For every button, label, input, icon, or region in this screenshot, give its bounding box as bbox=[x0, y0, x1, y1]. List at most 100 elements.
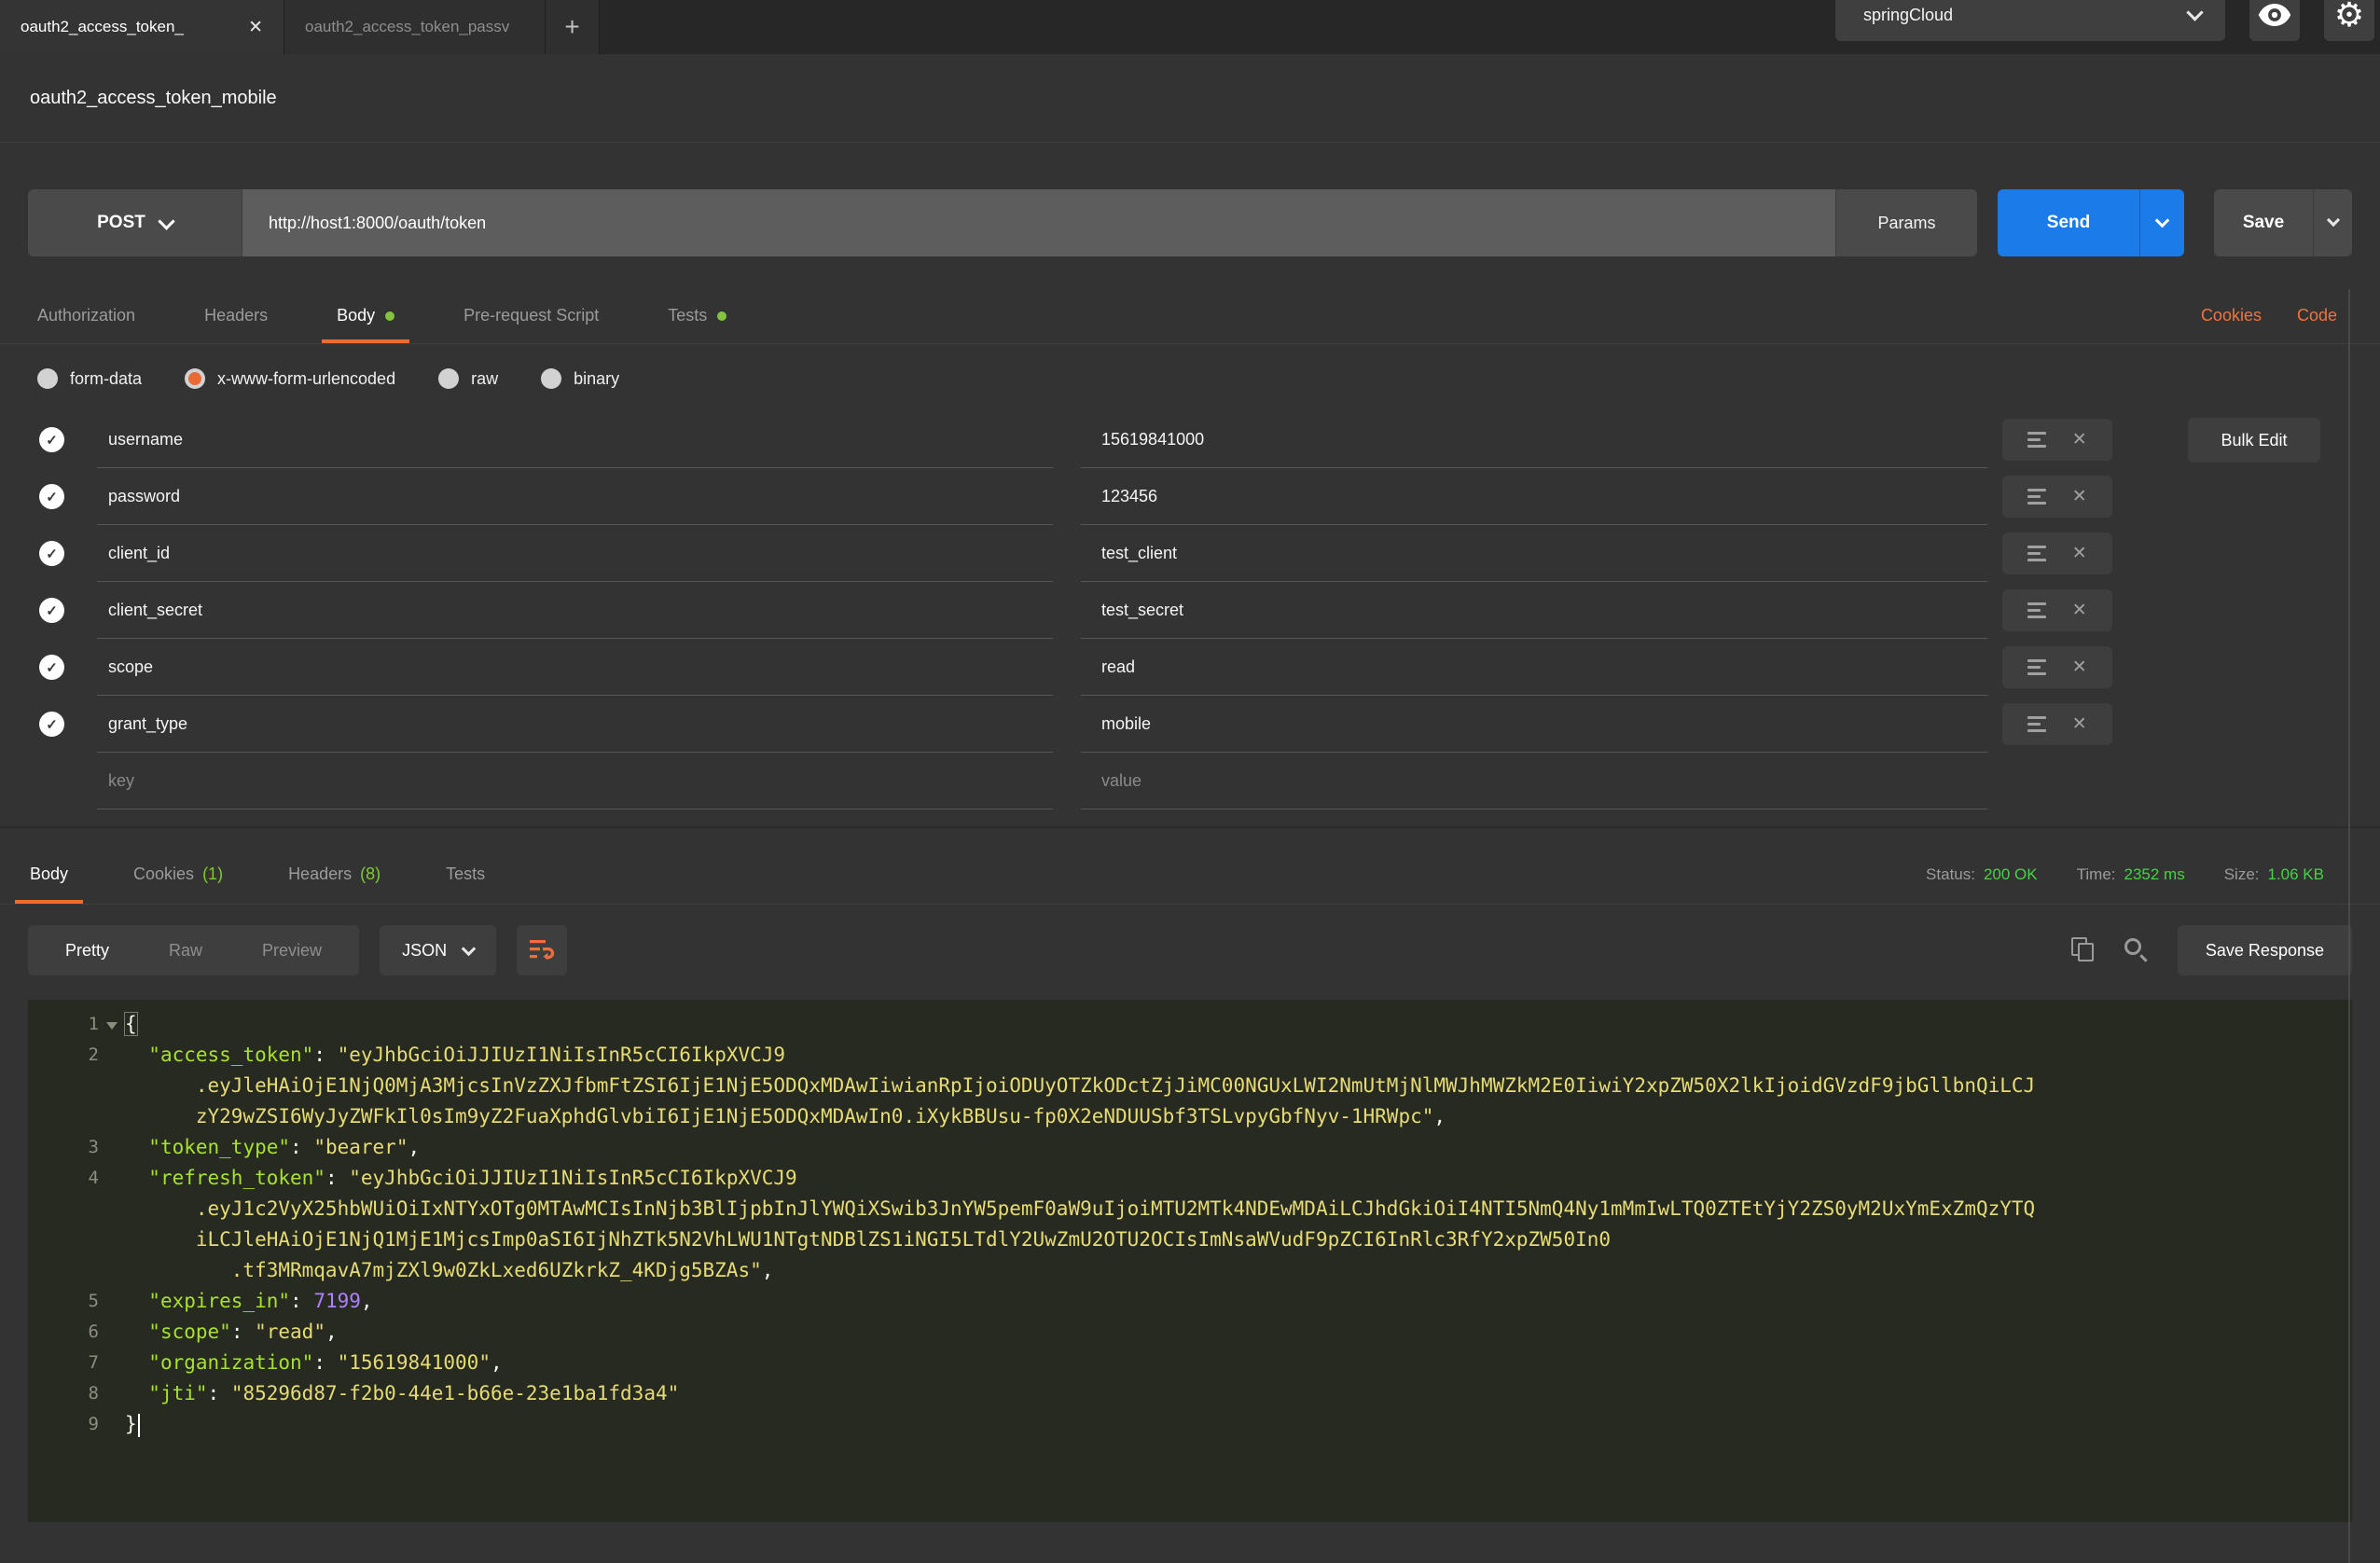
send-button[interactable]: Send bbox=[1998, 189, 2139, 256]
value-input[interactable]: test_secret bbox=[1081, 582, 1987, 639]
tab-authorization[interactable]: Authorization bbox=[37, 288, 135, 343]
delete-row-icon[interactable]: ✕ bbox=[2072, 713, 2087, 735]
tab-headers[interactable]: Headers bbox=[204, 288, 268, 343]
value-input[interactable]: mobile bbox=[1081, 696, 1987, 753]
response-tab-headers[interactable]: Headers (8) bbox=[288, 845, 381, 904]
delete-row-icon[interactable]: ✕ bbox=[2072, 657, 2087, 678]
tab-label: Cookies bbox=[133, 864, 194, 884]
request-tab-label: oauth2_access_token_ bbox=[21, 18, 235, 36]
copy-icon[interactable] bbox=[2071, 937, 2096, 963]
mode-raw[interactable]: raw bbox=[438, 368, 498, 389]
fold-gutter bbox=[99, 1255, 125, 1286]
line-number: 8 bbox=[28, 1378, 99, 1409]
new-tab-button[interactable]: + bbox=[546, 0, 600, 54]
key-input[interactable]: scope bbox=[97, 639, 1053, 696]
tab-pre-request-script[interactable]: Pre-request Script bbox=[464, 288, 599, 343]
drag-handle-icon[interactable] bbox=[2027, 546, 2046, 561]
window-tab-bar: oauth2_access_token_ ✕ oauth2_access_tok… bbox=[0, 0, 2380, 54]
mode-binary[interactable]: binary bbox=[541, 368, 619, 389]
drag-handle-icon[interactable] bbox=[2027, 659, 2046, 675]
request-tab-active[interactable]: oauth2_access_token_ ✕ bbox=[0, 0, 284, 54]
scrollbar[interactable] bbox=[2348, 289, 2350, 1563]
value-input[interactable]: read bbox=[1081, 639, 1987, 696]
view-pretty[interactable]: Pretty bbox=[35, 941, 139, 961]
value-input[interactable]: value bbox=[1081, 753, 1987, 809]
param-row: ✓ scope read ✕ bbox=[28, 639, 2352, 696]
settings-button[interactable]: ⚙ bbox=[2324, 0, 2374, 41]
params-button[interactable]: Params bbox=[1835, 189, 1977, 256]
checkbox-checked-icon[interactable]: ✓ bbox=[39, 427, 64, 452]
code-line: .eyJleHAiOjE1NjQ0MjA3MjcsInVzZXJfbmFtZSI… bbox=[28, 1071, 2352, 1101]
url-input[interactable]: http://host1:8000/oauth/token bbox=[242, 189, 1835, 256]
checkbox-checked-icon[interactable]: ✓ bbox=[39, 655, 64, 680]
value-input[interactable]: 123456 bbox=[1081, 468, 1987, 525]
method-select[interactable]: POST bbox=[28, 189, 242, 256]
fold-gutter bbox=[99, 1194, 125, 1224]
key-input[interactable]: grant_type bbox=[97, 696, 1053, 753]
close-icon[interactable]: ✕ bbox=[248, 17, 263, 38]
checkbox-checked-icon[interactable]: ✓ bbox=[39, 484, 64, 509]
drag-handle-icon[interactable] bbox=[2027, 489, 2046, 505]
request-tab-inactive[interactable]: oauth2_access_token_passv bbox=[284, 0, 546, 54]
bulk-edit-button[interactable]: Bulk Edit bbox=[2188, 418, 2320, 463]
line-number: 1 bbox=[28, 1009, 99, 1040]
tab-label: Pre-request Script bbox=[464, 306, 599, 325]
key-input[interactable]: password bbox=[97, 468, 1053, 525]
response-tab-cookies[interactable]: Cookies (1) bbox=[133, 845, 223, 904]
checkbox-checked-icon[interactable]: ✓ bbox=[39, 712, 64, 737]
radio-icon bbox=[541, 368, 561, 389]
fold-caret-icon[interactable] bbox=[99, 1009, 125, 1040]
view-preview[interactable]: Preview bbox=[232, 941, 352, 961]
view-raw[interactable]: Raw bbox=[139, 941, 232, 961]
time-label: Time: bbox=[2077, 865, 2116, 884]
delete-row-icon[interactable]: ✕ bbox=[2072, 543, 2087, 564]
response-format-select[interactable]: JSON bbox=[380, 925, 496, 975]
status-badge: Status: 200 OK bbox=[1926, 865, 2038, 884]
size-label: Size: bbox=[2224, 865, 2260, 884]
eye-icon bbox=[2258, 3, 2291, 27]
code-text: zY29wZSI6WyJyZWFkIl0sIm9yZ2FuaXphdGlvbiI… bbox=[125, 1101, 1446, 1132]
save-button[interactable]: Save bbox=[2214, 189, 2313, 256]
code-link[interactable]: Code bbox=[2297, 306, 2337, 325]
key-input[interactable]: client_secret bbox=[97, 582, 1053, 639]
environment-quicklook-button[interactable] bbox=[2249, 0, 2300, 41]
drag-handle-icon[interactable] bbox=[2027, 602, 2046, 618]
drag-handle-icon[interactable] bbox=[2027, 432, 2046, 448]
cookies-count: (1) bbox=[202, 864, 223, 884]
code-text: .eyJleHAiOjE1NjQ0MjA3MjcsInVzZXJfbmFtZSI… bbox=[125, 1071, 2035, 1101]
line-number bbox=[28, 1224, 99, 1255]
drag-handle-icon[interactable] bbox=[2027, 716, 2046, 732]
checkbox-checked-icon[interactable]: ✓ bbox=[39, 541, 64, 566]
fold-gutter bbox=[99, 1040, 125, 1071]
delete-row-icon[interactable]: ✕ bbox=[2072, 429, 2087, 450]
format-value: JSON bbox=[402, 941, 447, 961]
tab-body[interactable]: Body bbox=[337, 288, 394, 343]
key-input[interactable]: username bbox=[97, 411, 1053, 468]
response-tab-tests[interactable]: Tests bbox=[446, 845, 485, 904]
tab-label: Body bbox=[30, 864, 68, 884]
save-response-button[interactable]: Save Response bbox=[2178, 925, 2352, 975]
radio-icon bbox=[37, 368, 58, 389]
wrap-lines-button[interactable] bbox=[517, 925, 567, 975]
send-options-button[interactable] bbox=[2139, 189, 2184, 256]
tab-tests[interactable]: Tests bbox=[668, 288, 726, 343]
key-input[interactable]: client_id bbox=[97, 525, 1053, 582]
delete-row-icon[interactable]: ✕ bbox=[2072, 486, 2087, 507]
code-line: 6 "scope": "read", bbox=[28, 1317, 2352, 1348]
cookies-link[interactable]: Cookies bbox=[2201, 306, 2262, 325]
mode-x-www-form-urlencoded[interactable]: x-www-form-urlencoded bbox=[185, 368, 395, 389]
url-value: http://host1:8000/oauth/token bbox=[269, 214, 486, 233]
mode-form-data[interactable]: form-data bbox=[37, 368, 142, 389]
environment-select[interactable]: springCloud bbox=[1835, 0, 2225, 41]
response-tab-body[interactable]: Body bbox=[30, 845, 68, 904]
environment-area: springCloud ⚙ bbox=[1835, 0, 2380, 41]
save-options-button[interactable] bbox=[2313, 189, 2352, 256]
key-input[interactable]: key bbox=[97, 753, 1053, 809]
response-body-viewer[interactable]: 1{2 "access_token": "eyJhbGciOiJJIUzI1Ni… bbox=[28, 1000, 2352, 1522]
checkbox-checked-icon[interactable]: ✓ bbox=[39, 598, 64, 623]
time-badge: Time: 2352 ms bbox=[2077, 865, 2185, 884]
delete-row-icon[interactable]: ✕ bbox=[2072, 600, 2087, 621]
value-input[interactable]: 15619841000 bbox=[1081, 411, 1987, 468]
value-input[interactable]: test_client bbox=[1081, 525, 1987, 582]
search-icon[interactable] bbox=[2124, 937, 2150, 963]
